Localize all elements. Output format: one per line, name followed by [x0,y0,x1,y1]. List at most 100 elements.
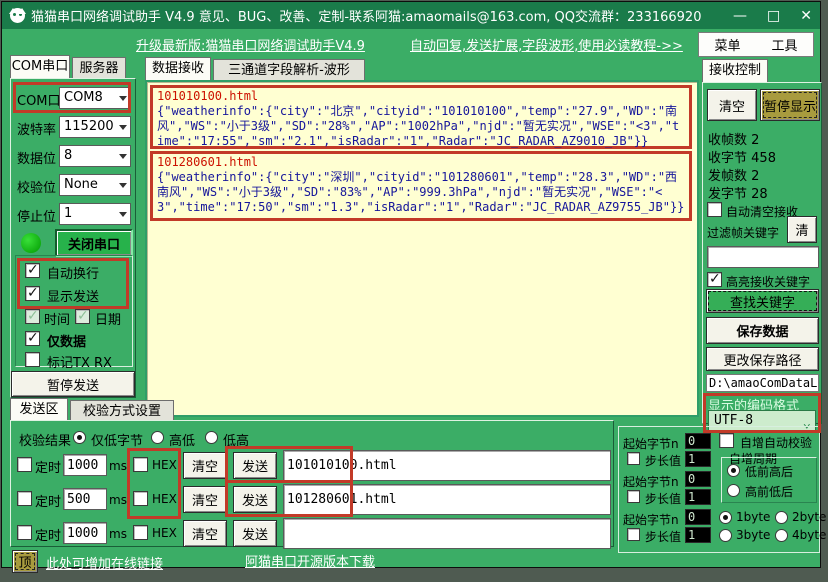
app-window: 猫猫串口网络调试助手 V4.9 意见、BUG、改善、定制-联系阿猫:amaoma… [1,1,826,573]
rx-frames-stat: 收帧数 2 [708,133,760,148]
tab-wave-parse[interactable]: 三通道字段解析-波形 [213,59,365,80]
save-data-button[interactable]: 保存数据 [706,317,819,344]
tutorial-link[interactable]: 自动回复,发送扩展,字段波形,使用必读教程->> [410,35,683,54]
interval-input-2[interactable] [63,488,107,510]
byte3-radio[interactable] [719,529,732,542]
pause-display-button[interactable]: 暂停显示 [760,89,820,121]
send-text-input-1[interactable] [283,450,611,481]
frame-content: {"weatherinfo":{"city":"北京","cityid":"10… [157,104,680,148]
tab-data-receive[interactable]: 数据接收 [145,57,211,80]
tab-checksum-settings[interactable]: 校验方式设置 [70,400,174,420]
send-text-input-2[interactable] [283,484,611,515]
maximize-icon[interactable]: □ [767,8,780,24]
timer-checkbox-2[interactable] [17,491,32,506]
step-checkbox-1[interactable] [627,452,640,465]
baud-rate-select[interactable]: 115200 [59,116,131,138]
clear-send-button-1[interactable]: 清空 [183,452,227,479]
tab-com-port[interactable]: COM串口 [10,55,70,78]
send-button-1[interactable]: 发送 [233,452,277,479]
ms-label-3: ms [109,527,127,541]
step-input-2[interactable] [685,489,711,505]
clear-send-button-2[interactable]: 清空 [183,486,227,513]
hex-checkbox-1[interactable] [133,457,148,472]
low-first-radio[interactable] [727,464,740,477]
tx-frames-stat: 发帧数 2 [708,169,760,184]
add-online-link[interactable]: 此处可增加在线链接 [46,553,163,572]
step-checkbox-3[interactable] [627,528,640,541]
close-port-button[interactable]: 关闭串口 [55,229,133,257]
auto-clear-checkbox[interactable] [707,202,722,217]
change-save-path-button[interactable]: 更改保存路径 [706,347,819,371]
step-input-1[interactable] [685,451,711,467]
date-checkbox[interactable] [75,308,90,324]
data-bits-select[interactable]: 8 [59,145,131,167]
com-port-select[interactable]: COM8 [59,87,131,109]
checksum-highlow-label: 高低 [169,434,196,449]
byte2-radio[interactable] [775,511,788,524]
hex-checkbox-2[interactable] [133,491,148,506]
stop-bits-select[interactable]: 1 [59,203,131,225]
autowrap-checkbox[interactable] [25,262,40,278]
receive-data-area[interactable]: 101010100.html {"weatherinfo":{"city":"北… [145,80,699,417]
tools-button[interactable]: 工具 [756,35,813,54]
dropdown-arrow-icon [119,183,127,192]
byte1-radio[interactable] [719,511,732,524]
tab-send-area[interactable]: 发送区 [10,398,68,420]
mark-txrx-label: 标记TX RX [47,356,112,371]
tab-receive-control[interactable]: 接收控制 [702,59,768,82]
low-first-label: 低前高后 [745,465,794,479]
upgrade-link[interactable]: 升级最新版:猫猫串口网络调试助手V4.9 [136,35,365,54]
byte4-radio[interactable] [775,529,788,542]
hex-label-2: HEX [152,492,177,506]
show-send-checkbox[interactable] [25,285,40,301]
step-checkbox-2[interactable] [627,490,640,503]
tab-server[interactable]: 服务器 [72,57,126,78]
clear-send-button-3[interactable]: 清空 [183,520,227,547]
parity-select[interactable]: None [59,174,131,196]
high-first-label: 高前低后 [745,485,794,499]
byte2-label: 2byte [792,510,827,524]
ms-label-1: ms [109,459,127,473]
byte1-label: 1byte [736,510,771,524]
date-label: 日期 [95,313,122,328]
scroll-top-button[interactable]: 顶 [12,550,38,573]
hex-checkbox-3[interactable] [133,525,148,540]
mark-txrx-checkbox[interactable] [25,352,40,367]
checksum-lowbyte-label: 仅低字节 [91,434,144,449]
timer-checkbox-1[interactable] [17,457,32,472]
interval-input-3[interactable] [63,522,107,544]
clear-receive-button[interactable]: 清空 [707,89,757,121]
timer-checkbox-3[interactable] [17,525,32,540]
auto-checksum-label: 自增自动校验 [740,436,813,450]
high-first-radio[interactable] [727,484,740,497]
step-label-1: 步长值 [645,454,682,468]
send-button-3[interactable]: 发送 [233,520,277,547]
start-byte-input-1[interactable] [685,433,711,449]
filter-keyword-input[interactable] [707,246,819,268]
find-keyword-button[interactable]: 查找关键字 [706,289,819,313]
clear-filter-button[interactable]: 清 [787,216,817,243]
checksum-lowhigh-radio[interactable] [205,431,218,444]
interval-input-1[interactable] [63,454,107,476]
close-icon[interactable]: ✕ [800,8,812,24]
pause-send-button[interactable]: 暂停发送 [11,371,135,397]
baud-rate-label: 波特率 [17,123,57,138]
data-bits-label: 数据位 [17,152,57,167]
start-byte-input-3[interactable] [685,509,711,525]
checksum-lowbyte-radio[interactable] [73,431,86,444]
data-only-checkbox[interactable] [25,330,40,346]
time-checkbox[interactable] [25,308,40,324]
app-cat-icon [9,8,26,23]
auto-checksum-checkbox[interactable] [719,433,734,448]
send-button-2[interactable]: 发送 [233,486,277,513]
minimize-icon[interactable]: — [733,8,747,24]
tx-bytes-stat: 发字节 28 [708,187,768,202]
start-byte-input-2[interactable] [685,471,711,487]
frame-filename: 101280601.html [157,155,259,169]
step-input-3[interactable] [685,527,711,543]
send-text-input-3[interactable] [283,518,611,549]
menu-button[interactable]: 菜单 [699,35,756,54]
opensource-download-link[interactable]: 阿猫串口开源版本下载 [245,551,375,570]
checksum-highlow-radio[interactable] [151,431,164,444]
highlight-keyword-checkbox[interactable] [707,271,722,287]
